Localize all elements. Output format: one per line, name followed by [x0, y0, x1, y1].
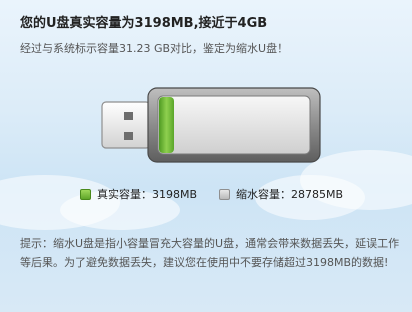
legend-real: 真实容量：3198MB	[80, 186, 197, 202]
result-panel: 您的U盘真实容量为3198MB,接近于4GB 经过与系统标示容量31.23 GB…	[0, 0, 412, 312]
real-capacity-label: 真实容量：3198MB	[97, 188, 198, 201]
fake-capacity-swatch	[219, 188, 231, 200]
fake-capacity-label: 缩水容量：28785MB	[236, 188, 344, 201]
tip-text: 提示：缩水U盘是指小容量冒充大容量的U盘，通常会带来数据丢失，延误工作等后果。为…	[20, 237, 400, 269]
real-capacity-swatch	[80, 188, 91, 200]
real-capacity-fill	[159, 97, 174, 153]
result-subtitle: 经过与系统标示容量31.23 GB对比，鉴定为缩水U盘！	[20, 42, 289, 55]
result-title: 您的U盘真实容量为3198MB,接近于4GB	[20, 16, 268, 31]
legend-fake: 缩水容量：28785MB	[219, 186, 343, 202]
usb-drive-icon	[101, 87, 321, 163]
capacity-legend: 真实容量：3198MB 缩水容量：28785MB	[80, 186, 343, 202]
